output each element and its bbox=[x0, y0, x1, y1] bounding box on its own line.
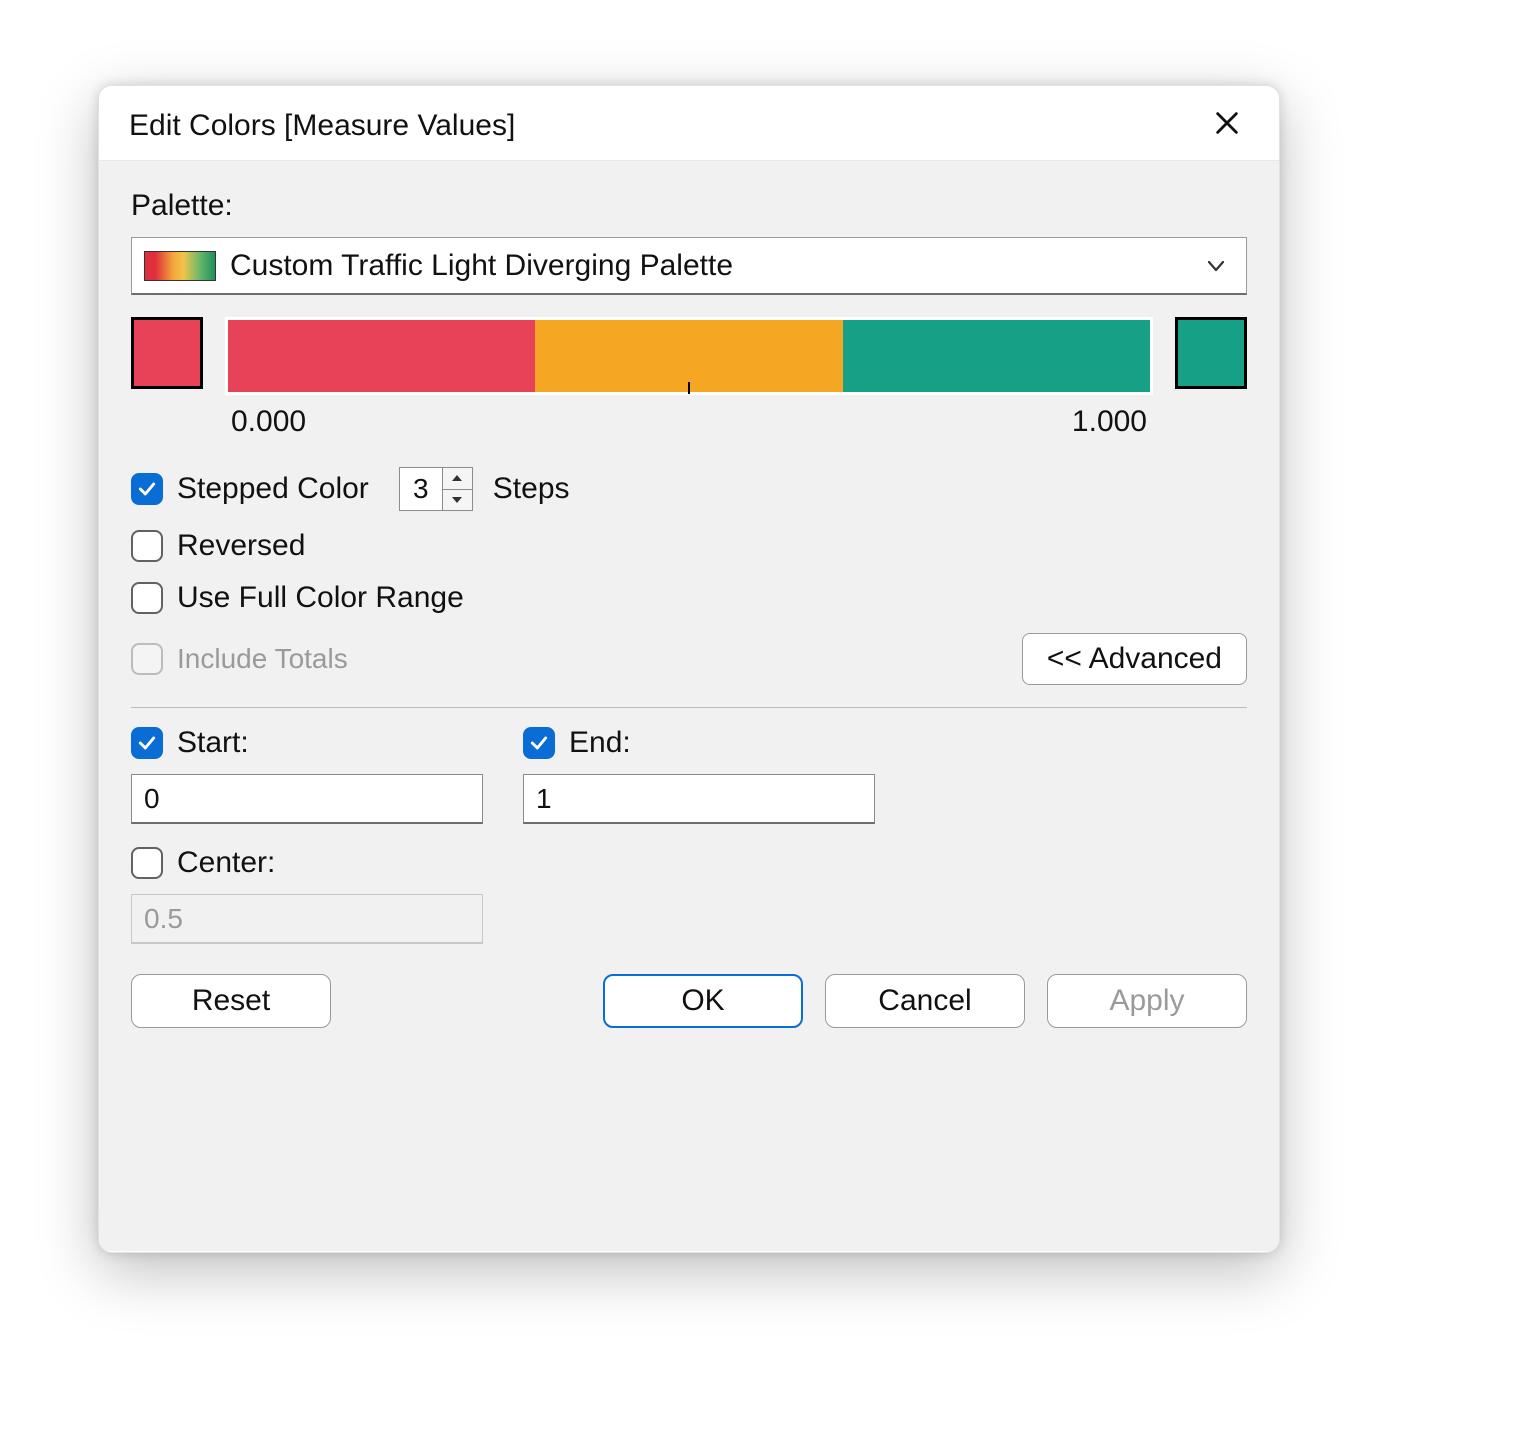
stepped-color-row: Stepped Color 3 Steps bbox=[131, 467, 1247, 511]
end-checkbox[interactable] bbox=[523, 727, 555, 759]
range-labels: 0.000 1.000 bbox=[225, 395, 1153, 439]
end-label: End: bbox=[569, 726, 631, 760]
reversed-label: Reversed bbox=[177, 529, 305, 563]
close-button[interactable] bbox=[1205, 104, 1249, 148]
range-min-label: 0.000 bbox=[231, 405, 306, 439]
apply-button: Apply bbox=[1047, 974, 1247, 1028]
reversed-row: Reversed bbox=[131, 529, 1247, 563]
gradient-column: 0.000 1.000 bbox=[225, 317, 1153, 439]
dialog-body: Palette: Custom Traffic Light Diverging … bbox=[99, 161, 1279, 1251]
palette-dropdown[interactable]: Custom Traffic Light Diverging Palette bbox=[131, 237, 1247, 295]
dialog-window: Edit Colors [Measure Values] Palette: Cu… bbox=[98, 85, 1280, 1253]
end-color-swatch[interactable] bbox=[1175, 317, 1247, 389]
include-totals-row: Include Totals << Advanced bbox=[131, 633, 1247, 685]
steps-up-button[interactable] bbox=[443, 468, 472, 490]
end-input[interactable] bbox=[523, 774, 875, 824]
ok-button[interactable]: OK bbox=[603, 974, 803, 1028]
start-input[interactable] bbox=[131, 774, 483, 824]
stepped-color-checkbox[interactable] bbox=[131, 473, 163, 505]
gradient-step-1 bbox=[228, 320, 535, 392]
center-row: Center: bbox=[131, 846, 483, 944]
steps-down-button[interactable] bbox=[443, 490, 472, 511]
full-range-row: Use Full Color Range bbox=[131, 581, 1247, 615]
end-column: End: bbox=[523, 726, 875, 824]
include-totals-label: Include Totals bbox=[177, 643, 348, 675]
palette-label: Palette: bbox=[131, 189, 1247, 223]
include-totals-checkbox bbox=[131, 643, 163, 675]
center-label: Center: bbox=[177, 846, 275, 880]
center-tick-icon bbox=[688, 382, 690, 394]
cancel-button[interactable]: Cancel bbox=[825, 974, 1025, 1028]
stepped-color-label: Stepped Color bbox=[177, 472, 369, 506]
use-full-range-label: Use Full Color Range bbox=[177, 581, 464, 615]
chevron-down-icon bbox=[1204, 254, 1228, 278]
reset-button[interactable]: Reset bbox=[131, 974, 331, 1028]
center-checkbox[interactable] bbox=[131, 847, 163, 879]
steps-value[interactable]: 3 bbox=[400, 468, 442, 510]
palette-swatch-icon bbox=[144, 251, 216, 281]
advanced-toggle-button[interactable]: << Advanced bbox=[1022, 633, 1247, 685]
reversed-checkbox[interactable] bbox=[131, 530, 163, 562]
dialog-title: Edit Colors [Measure Values] bbox=[129, 109, 515, 143]
start-checkbox[interactable] bbox=[131, 727, 163, 759]
start-color-swatch[interactable] bbox=[131, 317, 203, 389]
steps-spinner[interactable]: 3 bbox=[399, 467, 473, 511]
dialog-button-row: Reset OK Cancel Apply bbox=[131, 974, 1247, 1028]
use-full-range-checkbox[interactable] bbox=[131, 582, 163, 614]
palette-selected-name: Custom Traffic Light Diverging Palette bbox=[230, 249, 1190, 283]
section-divider bbox=[131, 707, 1247, 708]
titlebar: Edit Colors [Measure Values] bbox=[99, 86, 1279, 161]
center-input bbox=[131, 894, 483, 944]
gradient-preview bbox=[225, 317, 1153, 395]
start-end-row: Start: End: bbox=[131, 726, 1247, 824]
color-preview-row: 0.000 1.000 bbox=[131, 317, 1247, 439]
close-icon bbox=[1213, 109, 1241, 144]
range-max-label: 1.000 bbox=[1072, 405, 1147, 439]
gradient-step-3 bbox=[843, 320, 1150, 392]
start-label: Start: bbox=[177, 726, 249, 760]
steps-suffix-label: Steps bbox=[493, 472, 570, 506]
start-column: Start: bbox=[131, 726, 483, 824]
